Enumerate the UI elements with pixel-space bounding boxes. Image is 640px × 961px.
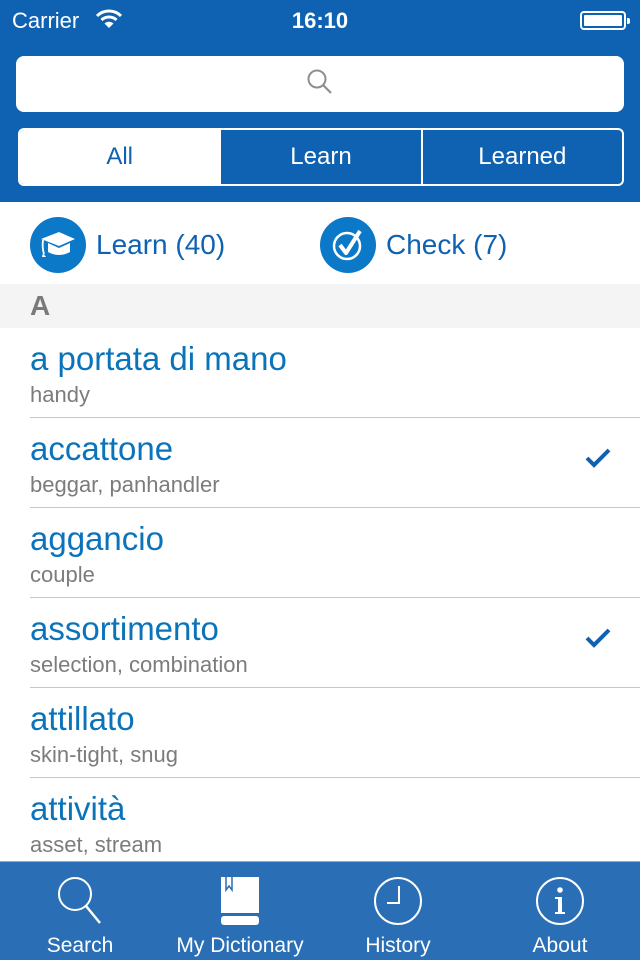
info-icon (535, 874, 585, 928)
check-circle-icon (320, 217, 376, 273)
entry-translation: asset, stream (30, 832, 163, 857)
check-button[interactable]: Check (7) (320, 217, 507, 273)
entry-word: assortimento (30, 610, 219, 647)
book-icon (220, 874, 260, 928)
list-item[interactable]: a portata di mano handy (0, 328, 640, 418)
entry-word: aggancio (30, 520, 164, 557)
search-icon (56, 874, 104, 928)
tab-label: About (532, 934, 588, 957)
entry-word: attività (30, 790, 126, 827)
check-label: Check (7) (386, 229, 508, 260)
list-item[interactable]: attillato skin-tight, snug (0, 688, 640, 778)
entry-translation: beggar, panhandler (30, 472, 220, 497)
segment-learned[interactable]: Learned (420, 130, 622, 184)
status-bar: Carrier 16:10 (0, 0, 640, 40)
learn-button[interactable]: Learn (40) (30, 217, 225, 273)
entry-word: attillato (30, 700, 135, 737)
checkmark-icon (584, 446, 612, 475)
tab-my-dictionary[interactable]: My Dictionary (160, 862, 320, 961)
tab-about[interactable]: About (480, 862, 640, 961)
search-icon (306, 68, 334, 101)
entry-translation: handy (30, 382, 90, 407)
header: Carrier 16:10 All Learn Learned (0, 0, 640, 202)
tab-bar: Search My Dictionary History About (0, 861, 640, 960)
tab-label: Search (46, 934, 114, 957)
action-bar: Learn (40) Check (7) (0, 202, 640, 284)
clock-time: 16:10 (291, 8, 349, 33)
tab-history[interactable]: History (318, 862, 478, 961)
search-input[interactable] (16, 56, 624, 112)
word-list: a portata di mano handy accattone beggar… (0, 328, 640, 868)
checkmark-icon (584, 626, 612, 655)
segment-learn[interactable]: Learn (219, 130, 420, 184)
entry-translation: selection, combination (30, 652, 248, 677)
learn-label: Learn (40) (96, 229, 226, 260)
entry-word: accattone (30, 430, 174, 467)
section-header: A (0, 284, 640, 328)
clock-icon (373, 874, 423, 928)
graduation-cap-icon (30, 217, 86, 273)
list-item[interactable]: aggancio couple (0, 508, 640, 598)
tab-search[interactable]: Search (0, 862, 160, 961)
list-item[interactable]: attività asset, stream (0, 778, 640, 868)
entry-word: a portata di mano (30, 340, 287, 377)
list-item[interactable]: assortimento selection, combination (0, 598, 640, 688)
segment-all[interactable]: All (20, 130, 220, 184)
battery-icon (580, 11, 630, 30)
entry-translation: skin-tight, snug (30, 742, 178, 767)
entry-translation: couple (30, 562, 95, 587)
filter-segmented-control: All Learn Learned (18, 128, 624, 186)
list-item[interactable]: accattone beggar, panhandler (0, 418, 640, 508)
tab-label: My Dictionary (176, 934, 304, 957)
tab-label: History (365, 934, 431, 957)
